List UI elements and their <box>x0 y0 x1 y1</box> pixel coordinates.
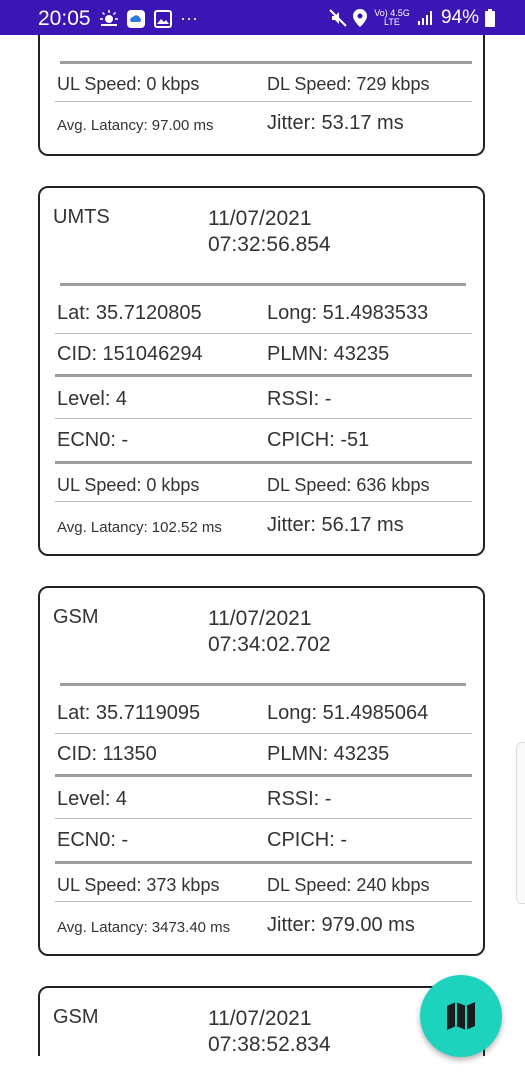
network-type: GSM <box>53 1006 99 1028</box>
header-divider <box>60 283 466 286</box>
level: Level: 4 <box>57 388 128 410</box>
section-divider <box>60 61 472 64</box>
level-row: Level: 4 RSSI: - <box>55 779 472 818</box>
card-header: GSM 11/07/2021 07:34:02.702 <box>40 588 483 668</box>
cell-row: CID: 11350 PLMN: 43235 <box>55 734 472 773</box>
plmn: PLMN: 43235 <box>267 343 390 365</box>
more-notifications-icon: ··· <box>180 8 198 28</box>
battery-percent: 94% <box>440 7 479 28</box>
battery-icon <box>485 9 495 27</box>
cell-row: CID: 151046294 PLMN: 43235 <box>55 334 472 373</box>
level-row: Level: 4 RSSI: - <box>55 379 472 418</box>
map-icon <box>447 1002 475 1030</box>
card-header: UMTS 11/07/2021 07:32:56.854 <box>40 188 483 268</box>
plmn: PLMN: 43235 <box>267 743 390 765</box>
speed-row: UL Speed: 373 kbps DL Speed: 240 kbps <box>55 866 472 905</box>
status-time: 20:05 <box>38 7 91 30</box>
card-header: GSM 11/07/2021 07:38:52.834 <box>40 988 483 1056</box>
weather-icon <box>100 9 118 26</box>
speed-row: UL Speed: 0 kbps DL Speed: 636 kbps <box>55 466 472 505</box>
records-list[interactable]: UL Speed: 0 kbps DL Speed: 729 kbps Avg.… <box>0 35 525 1056</box>
dl-speed: DL Speed: 729 kbps <box>267 74 430 94</box>
record-datetime: 11/07/2021 07:34:02.702 <box>208 606 331 658</box>
avg-latency: Avg. Latancy: 3473.40 ms <box>57 919 231 936</box>
record-date: 11/07/2021 <box>208 607 312 630</box>
map-fab-button[interactable] <box>420 975 502 1057</box>
header-divider <box>60 683 466 686</box>
avg-latency: Avg. Latancy: 102.52 ms <box>57 519 222 536</box>
rssi: RSSI: - <box>267 788 332 810</box>
ecn0: ECN0: - <box>57 829 129 851</box>
edge-panel-handle[interactable] <box>516 742 525 904</box>
jitter: Jitter: 56.17 ms <box>267 514 404 536</box>
latitude: Lat: 35.7120805 <box>57 302 202 324</box>
latency-row: Avg. Latancy: 102.52 ms Jitter: 56.17 ms <box>55 505 472 544</box>
cloud-app-icon <box>127 9 145 28</box>
signal-icon <box>417 11 432 25</box>
section-divider <box>55 774 472 777</box>
latitude: Lat: 35.7119095 <box>57 702 201 724</box>
location-row: Lat: 35.7119095 Long: 51.4985064 <box>55 693 472 732</box>
longitude: Long: 51.4985064 <box>267 702 429 724</box>
ul-speed: UL Speed: 0 kbps <box>57 74 200 94</box>
network-label: Vo) 4.5G LTE <box>374 8 410 27</box>
quality-row: ECN0: - CPICH: -51 <box>55 420 472 459</box>
record-date: 11/07/2021 <box>208 207 312 230</box>
cid: CID: 11350 <box>57 743 157 765</box>
level: Level: 4 <box>57 788 128 810</box>
record-card[interactable]: GSM 11/07/2021 07:34:02.702 Lat: 35.7119… <box>38 586 485 956</box>
location-icon <box>352 9 367 27</box>
ul-speed: UL Speed: 373 kbps <box>57 875 220 895</box>
cid: CID: 151046294 <box>57 343 203 365</box>
mute-icon <box>329 9 347 27</box>
status-bar: 20:05 ··· Vo) 4.5G LTE 94% <box>0 0 525 35</box>
row-divider <box>55 501 472 502</box>
longitude: Long: 51.4983533 <box>267 302 429 324</box>
avg-latency: Avg. Latancy: 97.00 ms <box>57 117 214 134</box>
row-divider <box>55 818 472 819</box>
record-datetime: 11/07/2021 07:32:56.854 <box>208 206 331 258</box>
dl-speed: DL Speed: 636 kbps <box>267 475 430 495</box>
section-divider <box>55 861 472 864</box>
jitter: Jitter: 53.17 ms <box>267 112 404 134</box>
record-card[interactable]: UMTS 11/07/2021 07:32:56.854 Lat: 35.712… <box>38 186 485 556</box>
record-card[interactable]: GSM 11/07/2021 07:38:52.834 <box>38 986 485 1056</box>
row-divider <box>55 901 472 902</box>
row-divider <box>55 418 472 419</box>
location-row: Lat: 35.7120805 Long: 51.4983533 <box>55 293 472 332</box>
speed-row: UL Speed: 0 kbps DL Speed: 729 kbps <box>55 65 472 104</box>
record-card[interactable]: UL Speed: 0 kbps DL Speed: 729 kbps Avg.… <box>38 35 485 156</box>
jitter: Jitter: 979.00 ms <box>267 914 415 936</box>
record-time: 07:38:52.834 <box>208 1033 331 1056</box>
section-divider <box>55 461 472 464</box>
record-datetime: 11/07/2021 07:38:52.834 <box>208 1006 331 1056</box>
record-time: 07:32:56.854 <box>208 233 331 256</box>
gallery-icon <box>154 9 172 28</box>
dl-speed: DL Speed: 240 kbps <box>267 875 430 895</box>
network-type: UMTS <box>53 206 110 228</box>
row-divider <box>55 101 472 102</box>
ul-speed: UL Speed: 0 kbps <box>57 475 200 495</box>
record-time: 07:34:02.702 <box>208 633 331 656</box>
record-date: 11/07/2021 <box>208 1007 312 1030</box>
latency-row: Avg. Latancy: 97.00 ms Jitter: 53.17 ms <box>55 103 472 142</box>
ecn0: ECN0: - <box>57 429 129 451</box>
cpich: CPICH: -51 <box>267 429 370 451</box>
quality-row: ECN0: - CPICH: - <box>55 820 472 859</box>
latency-row: Avg. Latancy: 3473.40 ms Jitter: 979.00 … <box>55 905 472 944</box>
rssi: RSSI: - <box>267 388 332 410</box>
cpich: CPICH: - <box>267 829 347 851</box>
section-divider <box>55 374 472 377</box>
network-type: GSM <box>53 606 99 628</box>
